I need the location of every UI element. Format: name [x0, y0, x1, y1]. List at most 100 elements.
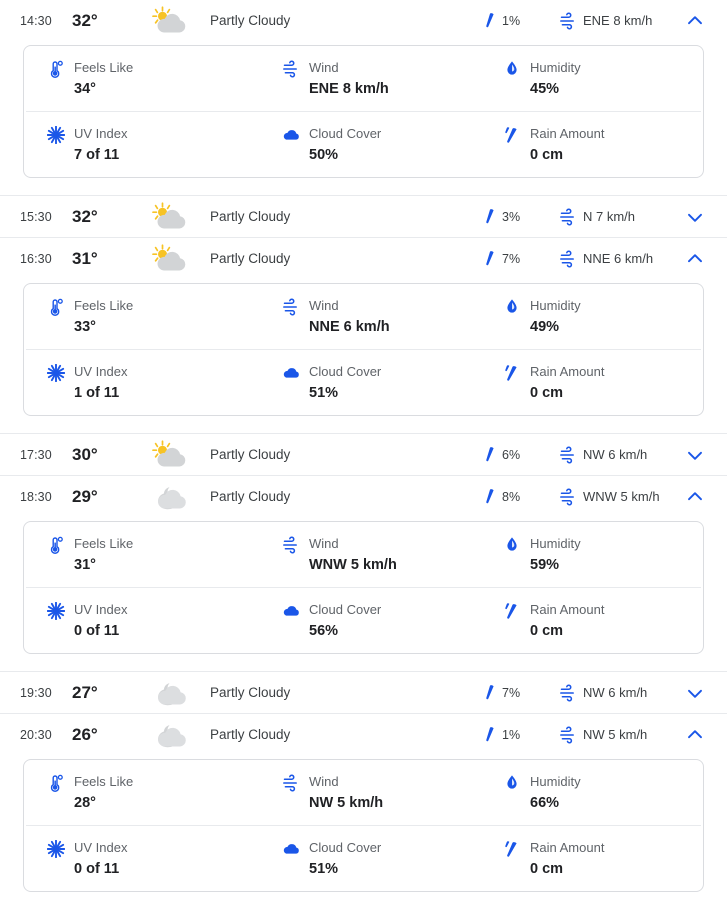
detail-value: 28° — [74, 795, 96, 811]
raindrop-icon — [485, 12, 497, 30]
wind-value: NNE 6 km/h — [583, 251, 654, 266]
detail-value: 33° — [74, 319, 96, 335]
wind-value: NW 6 km/h — [583, 685, 648, 700]
detail-value: 0 cm — [530, 861, 564, 877]
hour-temperature: 29° — [72, 486, 98, 506]
detail-rain-amount: Rain Amount 0 cm — [482, 363, 701, 403]
chevron-down-icon[interactable] — [677, 684, 713, 702]
wind-icon — [559, 683, 577, 702]
detail-label: Feels Like — [74, 60, 134, 75]
detail-label: Humidity — [530, 536, 581, 551]
thermometer-icon — [47, 60, 65, 78]
wind-icon — [282, 298, 300, 316]
detail-wind: Wind ENE 8 km/h — [261, 59, 482, 99]
detail-label: Rain Amount — [530, 840, 605, 855]
raindrop-icon — [485, 250, 497, 268]
forecast-hour-row[interactable]: 18:30 29° Partly Cloudy 8% WNW 5 km/h — [0, 476, 727, 517]
forecast-hour-row[interactable]: 17:30 30° Partly Cloudy 6% NW 6 km/h — [0, 434, 727, 475]
forecast-hour-row[interactable]: 14:30 32° Partly Cloudy 1% ENE 8 km/h — [0, 0, 727, 41]
cloud-icon — [282, 364, 300, 382]
water-drop-icon — [503, 774, 521, 792]
hour-time: 17:30 — [20, 447, 52, 462]
hour-time: 14:30 — [20, 13, 52, 28]
raindrop-icon — [485, 684, 497, 702]
detail-label: Humidity — [530, 298, 581, 313]
forecast-hour-row[interactable]: 20:30 26° Partly Cloudy 1% NW 5 km/h — [0, 714, 727, 755]
detail-value: 0 cm — [530, 385, 564, 401]
precipitation-value: 8% — [502, 489, 521, 504]
detail-label: Rain Amount — [530, 602, 605, 617]
forecast-hour-row[interactable]: 19:30 27° Partly Cloudy 7% NW 6 km/h — [0, 672, 727, 713]
chevron-up-icon[interactable] — [677, 250, 713, 268]
detail-label: Humidity — [530, 774, 581, 789]
detail-label: UV Index — [74, 364, 128, 379]
wind-icon — [559, 207, 577, 226]
forecast-hour-row[interactable]: 16:30 31° Partly Cloudy 7% NNE 6 km/h — [0, 238, 727, 279]
detail-humidity: Humidity 66% — [482, 773, 701, 813]
wind-summary: WNW 5 km/h — [559, 487, 677, 506]
hour-condition: Partly Cloudy — [210, 489, 291, 504]
forecast-hour-block: 19:30 27° Partly Cloudy 7% NW 6 km/h — [0, 671, 727, 713]
precipitation-value: 3% — [502, 209, 521, 224]
sun-behind-cloud-icon — [140, 201, 202, 232]
chevron-down-icon[interactable] — [677, 208, 713, 226]
detail-cloud-cover: Cloud Cover 51% — [261, 363, 482, 403]
detail-value: 1 of 11 — [74, 385, 120, 401]
precipitation-chance: 1% — [485, 726, 559, 744]
hour-details-row: Feels Like 34° Wind ENE 8 km/h Humidity 45% — [26, 46, 701, 111]
detail-feels-like: Feels Like 33° — [26, 297, 261, 337]
detail-value: 0 cm — [530, 623, 564, 639]
sun-behind-cloud-icon — [140, 243, 202, 274]
detail-wind: Wind WNW 5 km/h — [261, 535, 482, 575]
precipitation-chance: 7% — [485, 250, 559, 268]
hour-temperature: 27° — [72, 682, 98, 702]
hour-condition: Partly Cloudy — [210, 251, 291, 266]
wind-icon — [559, 445, 577, 464]
hour-details-card: Feels Like 33° Wind NNE 6 km/h Humidity 49% UV… — [23, 283, 704, 416]
detail-rain-amount: Rain Amount 0 cm — [482, 125, 701, 165]
sun-behind-cloud-icon — [140, 5, 202, 36]
forecast-hour-row[interactable]: 15:30 32° Partly Cloudy 3% N 7 km/h — [0, 196, 727, 237]
hour-temperature: 26° — [72, 724, 98, 744]
wind-summary: N 7 km/h — [559, 207, 677, 226]
precipitation-chance: 3% — [485, 208, 559, 226]
chevron-up-icon[interactable] — [677, 12, 713, 30]
moon-behind-cloud-icon — [140, 720, 202, 750]
detail-label: Cloud Cover — [309, 126, 382, 141]
wind-summary: NW 6 km/h — [559, 683, 677, 702]
hour-time: 16:30 — [20, 251, 52, 266]
detail-cloud-cover: Cloud Cover 51% — [261, 839, 482, 879]
detail-value: 0 of 11 — [74, 623, 120, 639]
detail-label: UV Index — [74, 840, 128, 855]
moon-behind-cloud-icon — [140, 678, 202, 708]
hour-condition: Partly Cloudy — [210, 13, 291, 28]
moon-behind-cloud-icon — [140, 482, 202, 512]
wind-icon — [282, 536, 300, 554]
hour-time: 15:30 — [20, 209, 52, 224]
hour-details-row: UV Index 0 of 11 Cloud Cover 56% Rain Amount… — [26, 587, 701, 653]
detail-value: 51% — [309, 385, 339, 401]
detail-feels-like: Feels Like 28° — [26, 773, 261, 813]
hour-time: 19:30 — [20, 685, 52, 700]
detail-uv-index: UV Index 0 of 11 — [26, 601, 261, 641]
chevron-up-icon[interactable] — [677, 488, 713, 506]
hour-time: 20:30 — [20, 727, 52, 742]
precipitation-value: 7% — [502, 685, 521, 700]
detail-value: 50% — [309, 147, 339, 163]
chevron-down-icon[interactable] — [677, 446, 713, 464]
hour-temperature: 32° — [72, 10, 98, 30]
wind-value: WNW 5 km/h — [583, 489, 660, 504]
wind-icon — [282, 774, 300, 792]
detail-label: Wind — [309, 60, 339, 75]
detail-value: WNW 5 km/h — [309, 557, 397, 573]
thermometer-icon — [47, 536, 65, 554]
rain-drops-icon — [503, 840, 521, 858]
detail-humidity: Humidity 45% — [482, 59, 701, 99]
chevron-up-icon[interactable] — [677, 726, 713, 744]
rain-drops-icon — [503, 126, 521, 144]
detail-humidity: Humidity 49% — [482, 297, 701, 337]
detail-value: NW 5 km/h — [309, 795, 384, 811]
wind-summary: NNE 6 km/h — [559, 249, 677, 268]
water-drop-icon — [503, 298, 521, 316]
detail-cloud-cover: Cloud Cover 50% — [261, 125, 482, 165]
